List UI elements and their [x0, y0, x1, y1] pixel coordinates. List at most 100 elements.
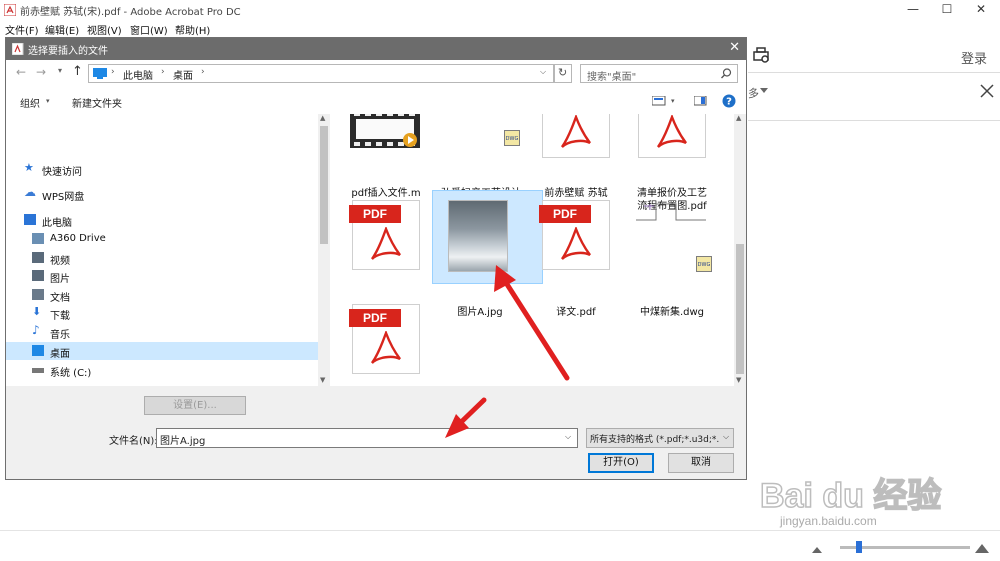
documents-folder-icon: [32, 289, 44, 300]
video-folder-icon: [32, 252, 44, 263]
nav-item-cloud[interactable]: ☁ WPS网盘: [6, 185, 318, 203]
image-thumbnail-icon: [448, 200, 508, 272]
nav-item-label: A360 Drive: [50, 233, 106, 244]
filename-label: 文件名(N):: [109, 436, 158, 447]
print-search-icon[interactable]: [752, 47, 772, 65]
dialog-footer: 设置(E)... 文件名(N): 图片A.jpg ⌵ 所有支持的格式 (*.pd…: [6, 386, 746, 479]
menu-view[interactable]: 视图(V): [87, 22, 122, 37]
chevron-down-icon: [760, 88, 768, 93]
pdf-badge: PDF: [349, 309, 401, 327]
address-box[interactable]: › 此电脑 › 桌面 › ⌵: [88, 64, 554, 83]
download-icon: ⬇: [32, 305, 42, 318]
view-dropdown-icon[interactable]: ▾: [671, 97, 675, 105]
menu-edit[interactable]: 编辑(E): [45, 22, 79, 37]
filename-dropdown-icon[interactable]: ⌵: [565, 432, 571, 442]
file-tile[interactable]: PDF组合1.pdf: [340, 114, 432, 386]
files-scrollbar[interactable]: ▲ ▼: [734, 114, 746, 386]
nav-scrollbar[interactable]: ▲ ▼: [318, 114, 330, 386]
file-tile[interactable]: DWG 中煤新集.dwg: [626, 114, 718, 386]
this-pc-icon: [93, 68, 107, 79]
nav-item-label: 文档: [50, 293, 70, 304]
scroll-up-icon[interactable]: ▲: [736, 114, 741, 122]
nav-item-a360[interactable]: A360 Drive: [6, 230, 318, 248]
zoom-out-icon[interactable]: [812, 545, 822, 553]
breadcrumb-desktop[interactable]: 桌面: [173, 67, 193, 82]
dialog-toolbar: 组织 ▾ 新建文件夹 ▾ ?: [6, 88, 746, 115]
search-icon: [721, 68, 732, 79]
maximize-button[interactable]: ☐: [930, 0, 964, 20]
nav-item-star[interactable]: ★ 快速访问: [6, 160, 318, 178]
nav-item-download[interactable]: ⬇ 下载: [6, 304, 318, 322]
file-tile[interactable]: PDF 译文.pdf: [530, 114, 622, 386]
nav-item-video-folder[interactable]: 视频: [6, 249, 318, 267]
watermark-url: jingyan.baidu.com: [780, 514, 877, 528]
watermark-brand: Bai du 经验: [759, 476, 942, 516]
nav-item-label: 视频: [50, 256, 70, 267]
file-type-value: 所有支持的格式 (*.pdf;*.u3d;*.: [590, 435, 720, 445]
dwg-file-icon: DWG: [636, 200, 712, 272]
nav-item-pictures-folder[interactable]: 图片: [6, 267, 318, 285]
file-name-label: 图片A.jpg: [457, 307, 503, 318]
address-dropdown-icon[interactable]: ⌵: [540, 67, 546, 77]
help-icon[interactable]: ?: [722, 94, 736, 108]
close-app-button[interactable]: ✕: [964, 0, 998, 20]
nav-item-drive[interactable]: 系统 (C:): [6, 361, 318, 379]
nav-item-documents-folder[interactable]: 文档: [6, 286, 318, 304]
search-input[interactable]: 搜索"桌面": [580, 64, 738, 83]
dialog-titlebar: 选择要插入的文件 ✕: [6, 38, 746, 60]
forward-icon[interactable]: →: [36, 65, 46, 79]
scroll-down-icon[interactable]: ▼: [736, 376, 741, 384]
filename-field[interactable]: 图片A.jpg ⌵: [156, 428, 578, 448]
refresh-button[interactable]: ↻: [554, 64, 572, 83]
nav-item-computer[interactable]: 此电脑: [6, 211, 318, 229]
open-button[interactable]: 打开(O): [588, 453, 654, 473]
acrobat-logo-icon: [4, 4, 16, 16]
recent-dropdown-icon[interactable]: ▾: [58, 66, 62, 75]
menu-file[interactable]: 文件(F): [5, 22, 39, 37]
navigation-pane: ★ 快速访问 ☁ WPS网盘 此电脑 A360 Drive 视频图片文档 ⬇ 下载 ♪ 音乐 桌面系统…: [6, 114, 318, 435]
baidu-jingyan-watermark: Bai du 经验 jingyan.baidu.com: [759, 468, 1000, 538]
zoom-slider-thumb[interactable]: [856, 541, 862, 553]
file-name-label: 中煤新集.dwg: [639, 307, 705, 318]
preview-pane-icon[interactable]: [694, 96, 707, 106]
new-folder-button[interactable]: 新建文件夹: [72, 95, 122, 110]
settings-button[interactable]: 设置(E)...: [144, 396, 246, 415]
nav-item-desktop-folder[interactable]: 桌面: [6, 342, 318, 360]
menu-help[interactable]: 帮助(H): [175, 22, 210, 37]
breadcrumb-this-pc[interactable]: 此电脑: [123, 67, 153, 82]
dialog-close-button[interactable]: ✕: [729, 40, 740, 55]
dialog-title: 选择要插入的文件: [28, 46, 108, 57]
organize-button[interactable]: 组织: [20, 95, 40, 110]
file-tile[interactable]: 图片A.jpg: [432, 114, 543, 386]
scroll-down-icon[interactable]: ▼: [320, 376, 325, 384]
nav-item-label: 系统 (C:): [50, 368, 92, 379]
zoom-in-icon[interactable]: [975, 543, 989, 553]
more-label[interactable]: 多: [748, 85, 759, 101]
pdf-file-icon: PDF: [539, 200, 610, 270]
svg-text:?: ?: [726, 97, 732, 108]
files-scrollbar-thumb[interactable]: [736, 244, 744, 374]
cloud-icon: ☁: [24, 185, 36, 199]
nav-item-label: 快速访问: [42, 167, 82, 178]
view-options-icon[interactable]: [652, 96, 666, 106]
organize-dropdown-icon[interactable]: ▾: [46, 97, 50, 105]
app-title: 前赤壁赋 苏轼(宋).pdf - Adobe Acrobat Pro DC: [20, 7, 241, 18]
nav-item-music[interactable]: ♪ 音乐: [6, 323, 318, 341]
menu-window[interactable]: 窗口(W): [130, 22, 168, 37]
cancel-button[interactable]: 取消: [668, 453, 734, 473]
minimize-button[interactable]: —: [896, 0, 930, 20]
nav-item-label: 图片: [50, 274, 70, 285]
nav-scrollbar-thumb[interactable]: [320, 126, 328, 244]
file-list: pdf插入文件.mp4DWG弘爱妇产工艺设计2020.2.27.dwgPDF前赤…: [330, 114, 734, 386]
app-menubar: 文件(F) 编辑(E) 视图(V) 窗口(W) 帮助(H): [0, 20, 1000, 37]
file-type-select[interactable]: 所有支持的格式 (*.pdf;*.u3d;*. ⌵: [586, 428, 734, 448]
up-icon[interactable]: ↑: [72, 64, 83, 79]
login-link[interactable]: 登录: [961, 48, 987, 67]
pdf-file-icon: PDF: [349, 304, 420, 374]
back-icon[interactable]: ←: [16, 65, 26, 79]
breadcrumb-separator-icon: ›: [111, 67, 115, 77]
scroll-up-icon[interactable]: ▲: [320, 114, 325, 122]
breadcrumb-separator-icon: ›: [201, 67, 205, 77]
close-panel-icon[interactable]: [980, 84, 994, 98]
file-type-dropdown-icon[interactable]: ⌵: [723, 432, 729, 442]
